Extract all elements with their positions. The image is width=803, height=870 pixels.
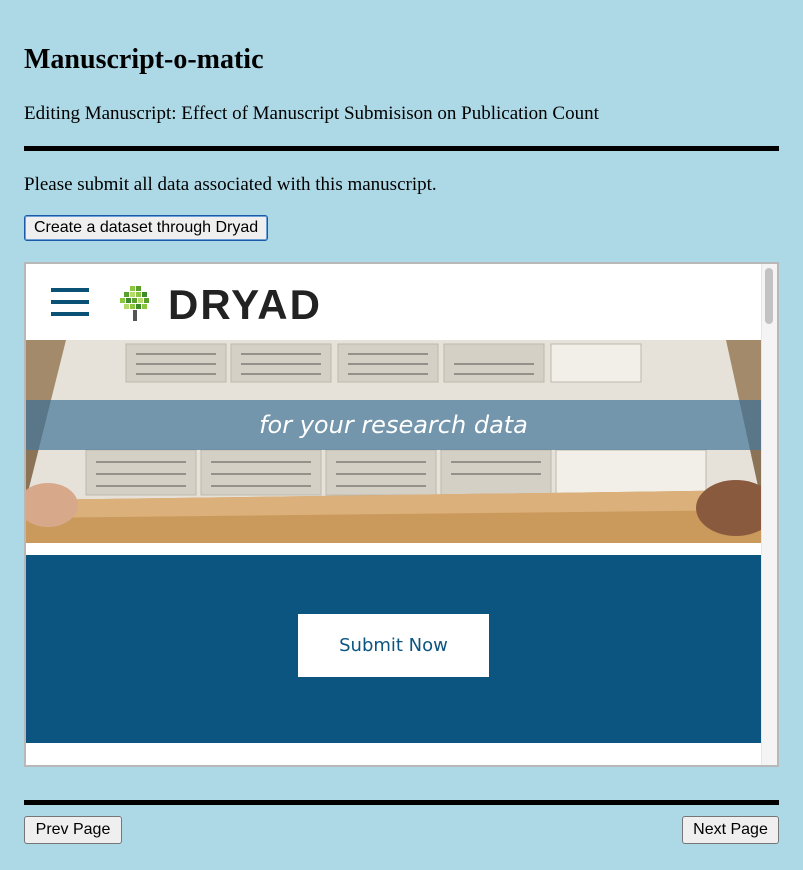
frame-scrollbar[interactable] bbox=[761, 264, 777, 765]
submit-panel: Submit Now bbox=[26, 555, 761, 743]
next-page-button[interactable]: Next Page bbox=[682, 816, 779, 844]
hero-tagline: for your research data bbox=[259, 411, 528, 439]
create-dataset-button[interactable]: Create a dataset through Dryad bbox=[24, 215, 269, 241]
dryad-tree-logo-icon bbox=[120, 286, 149, 321]
submit-now-button[interactable]: Submit Now bbox=[298, 614, 489, 677]
dryad-logo-text[interactable]: DRYAD bbox=[168, 282, 322, 328]
scrollbar-thumb[interactable] bbox=[765, 268, 773, 324]
dryad-header: DRYAD bbox=[26, 264, 761, 340]
divider-top bbox=[24, 146, 779, 151]
instructions-text: Please submit all data associated with t… bbox=[24, 174, 437, 195]
prev-page-button[interactable]: Prev Page bbox=[24, 816, 122, 844]
hero-banner: for your research data bbox=[26, 340, 761, 543]
hamburger-menu-icon[interactable] bbox=[51, 288, 89, 318]
dryad-embedded-frame[interactable]: DRYAD for your research data Submit Now bbox=[24, 262, 779, 767]
divider-bottom bbox=[24, 800, 779, 805]
app-title: Manuscript-o-matic bbox=[24, 44, 264, 75]
manuscript-subtitle: Editing Manuscript: Effect of Manuscript… bbox=[24, 103, 599, 124]
